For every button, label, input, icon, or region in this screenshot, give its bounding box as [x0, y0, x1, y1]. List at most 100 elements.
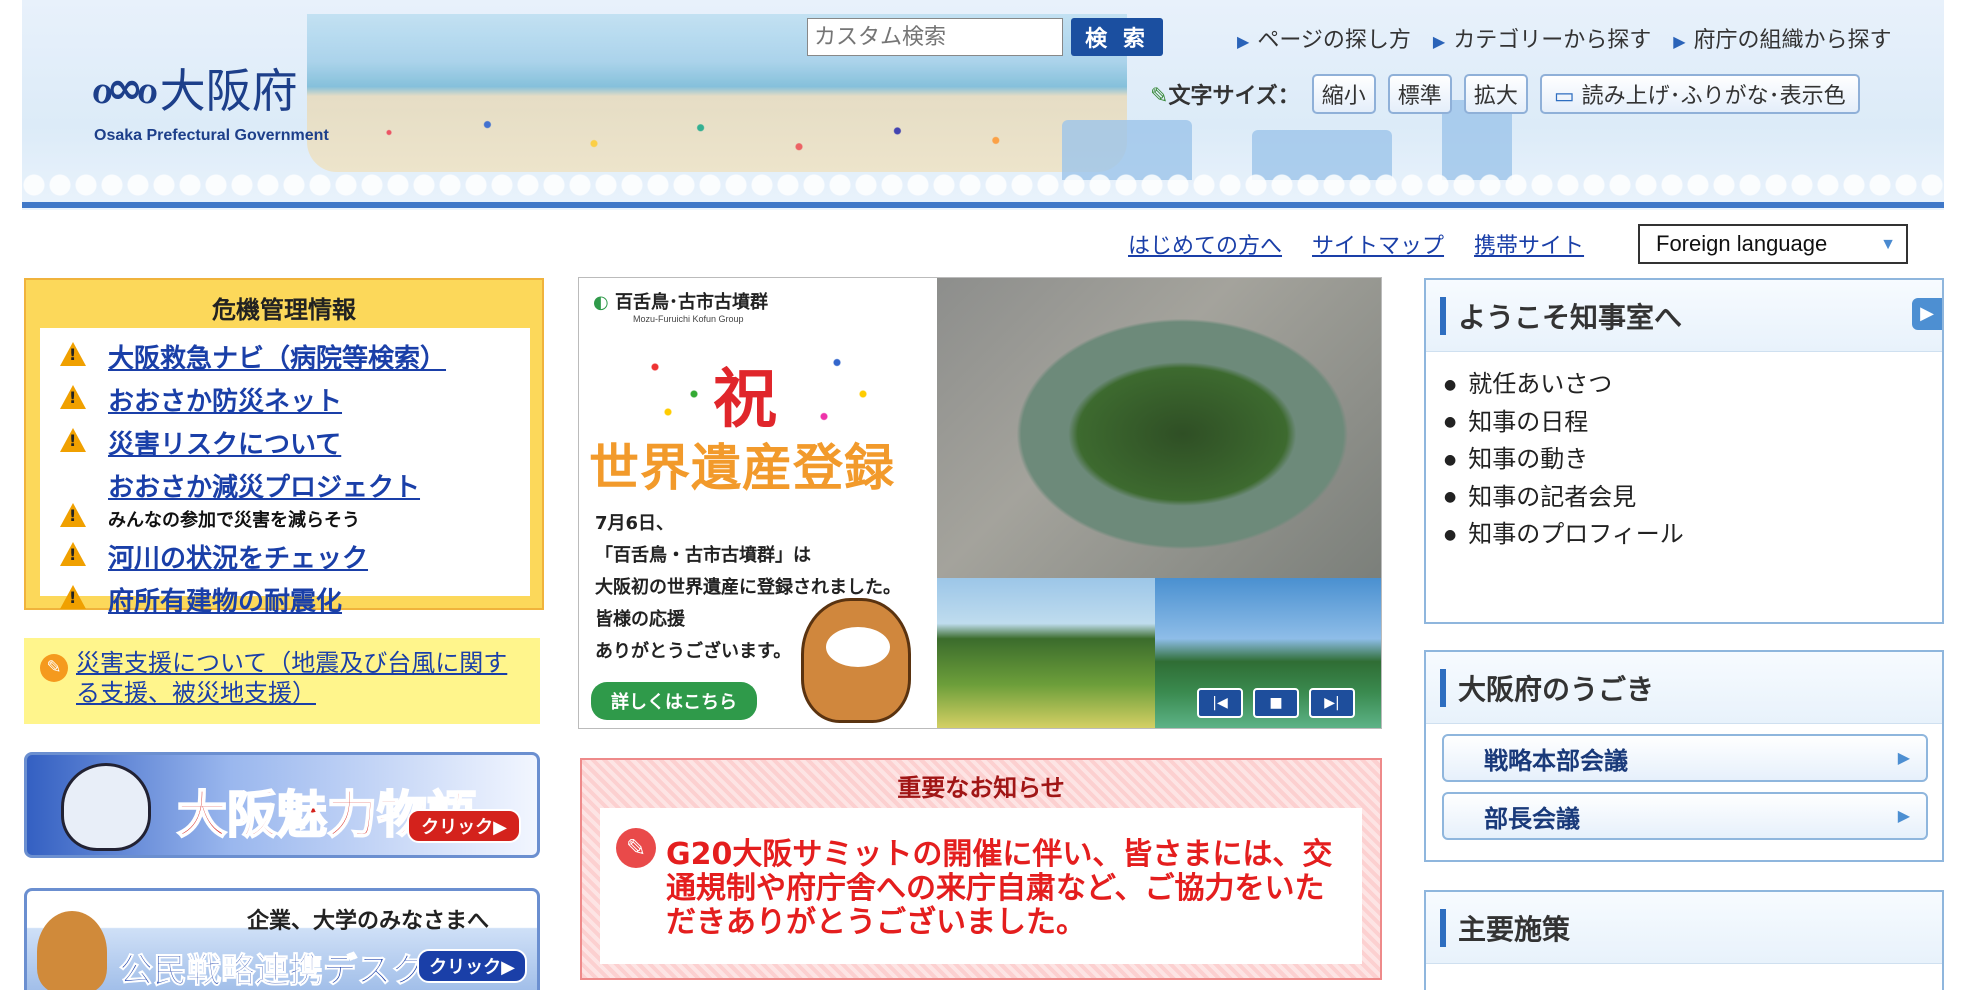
banner-click-badge: クリック▶: [407, 809, 521, 843]
link-sitemap[interactable]: サイトマップ: [1312, 228, 1444, 260]
strategy-hq-meeting-button[interactable]: 戦略本部会議 ▶: [1442, 734, 1928, 782]
heading-bar: [1440, 296, 1446, 335]
kofun-aerial-photo: [937, 278, 1381, 578]
carousel-brand-sub: Mozu-Furuichi Kofun Group: [633, 314, 744, 324]
osaka-movements-box: 大阪府のうごき 戦略本部会議 ▶ 部長会議 ▶: [1424, 650, 1944, 862]
header-tree-decoration: [22, 165, 1944, 205]
warning-icon: [60, 503, 86, 527]
link-first-visit[interactable]: はじめての方へ: [1128, 228, 1282, 260]
crisis-link-disaster-net[interactable]: おおさか防災ネット: [108, 381, 342, 418]
governor-office-box: ようこそ知事室へ ▶ 就任あいさつ 知事の日程 知事の動き 知事の記者会見 知事…: [1424, 278, 1944, 624]
crisis-item: 河川の状況をチェック: [60, 538, 530, 575]
font-size-normal-button[interactable]: 標準: [1387, 74, 1452, 114]
crisis-item: 府所有建物の耐震化: [60, 581, 530, 618]
arrow-right-icon[interactable]: ▶: [1912, 298, 1942, 330]
carousel-details-button[interactable]: 詳しくはこちら: [591, 682, 757, 720]
crisis-subtext: みんなの参加で災害を減らそう: [108, 510, 360, 531]
top-link-organization[interactable]: ▶ 府庁の組織から探す: [1673, 22, 1891, 54]
crisis-link-river-check[interactable]: 河川の状況をチェック: [108, 538, 368, 575]
page: ℴ∞ℴ 大阪府 Osaka Prefectural Government 検 索…: [0, 0, 1967, 990]
governor-link-profile[interactable]: 知事のプロフィール: [1444, 516, 1942, 554]
crisis-item: おおさか減災プロジェクトみんなの参加で災害を減らそう: [60, 467, 530, 532]
font-size-label: ✎文字サイズ：: [1150, 84, 1300, 109]
crisis-list: 大阪救急ナビ（病院等検索） おおさか防災ネット 災害リスクについて おおさか減災…: [40, 328, 530, 617]
public-private-desk-banner[interactable]: 企業、大学のみなさまへ 公民戦略連携デスク クリック▶: [24, 888, 540, 990]
disaster-support-box: ✎ 災害支援について（地震及び台風に関する支援、被災地支援）: [24, 638, 540, 724]
warning-icon: [60, 428, 86, 452]
director-meeting-button[interactable]: 部長会議 ▶: [1442, 792, 1928, 840]
carousel-controls: |◀ ■ ▶|: [1197, 688, 1355, 718]
banner-caption: 企業、大学のみなさまへ: [247, 909, 490, 934]
important-notice: 重要なお知らせ ✎ G20大阪サミットの開催に伴い、皆さまには、交通規制や府庁舎…: [580, 758, 1382, 980]
notice-text: G20大阪サミットの開催に伴い、皆さまには、交通規制や府庁舎への来庁自粛など、ご…: [666, 837, 1333, 940]
site-logo[interactable]: ℴ∞ℴ 大阪府: [92, 55, 298, 121]
featured-carousel[interactable]: ◐ 百舌鳥･古市古墳群 Mozu-Furuichi Kofun Group 祝 …: [578, 277, 1382, 729]
governor-office-header[interactable]: ようこそ知事室へ ▶: [1426, 280, 1942, 352]
carousel-prev-button[interactable]: |◀: [1197, 688, 1243, 718]
sub-nav: はじめての方へ サイトマップ 携帯サイト: [1128, 228, 1584, 260]
disaster-support-link[interactable]: 災害支援について（地震及び台風に関する支援、被災地支援）: [76, 648, 528, 724]
crisis-title: 危機管理情報: [212, 296, 356, 324]
osaka-emblem-icon: ℴ∞ℴ: [92, 62, 158, 114]
font-size-large-button[interactable]: 拡大: [1463, 74, 1528, 114]
search-input[interactable]: [807, 18, 1063, 56]
banner-title: 公民戦略連携デスク: [119, 951, 426, 990]
governor-link-schedule[interactable]: 知事の日程: [1444, 404, 1942, 442]
warning-icon: [60, 385, 86, 409]
top-link-category[interactable]: ▶ カテゴリーから探す: [1433, 22, 1651, 54]
pencil-icon: ✎: [40, 654, 68, 682]
kofun-logo-icon: ◐: [593, 292, 609, 313]
crisis-item: 災害リスクについて: [60, 424, 530, 461]
movements-buttons: 戦略本部会議 ▶ 部長会議 ▶: [1426, 724, 1942, 840]
font-size-small-button[interactable]: 縮小: [1311, 74, 1376, 114]
carousel-next-button[interactable]: ▶|: [1309, 688, 1355, 718]
triangle-right-icon: ▶: [1673, 32, 1686, 51]
banner-character-image: [61, 763, 151, 851]
banner-mascot-image: [37, 911, 107, 990]
heading-bar: [1440, 668, 1446, 707]
heading-bar: [1440, 908, 1446, 947]
crisis-item: おおさか防災ネット: [60, 381, 530, 418]
warning-icon: [60, 585, 86, 609]
warning-icon: [60, 542, 86, 566]
governor-link-press[interactable]: 知事の記者会見: [1444, 479, 1942, 517]
triangle-right-icon: ▶: [1432, 32, 1446, 51]
font-size-controls: ✎文字サイズ： 縮小 標準 拡大 ▭ 読み上げ･ふりがな･表示色: [1150, 74, 1860, 114]
key-policies-header: 主要施策: [1426, 892, 1942, 964]
key-policies-box: 主要施策: [1424, 890, 1944, 990]
crisis-link-emergency-navi[interactable]: 大阪救急ナビ（病院等検索）: [108, 338, 446, 375]
crisis-info-panel: 危機管理情報 大阪救急ナビ（病院等検索） おおさか防災ネット 災害リスクについて…: [24, 278, 544, 617]
carousel-stop-button[interactable]: ■: [1253, 688, 1299, 718]
notice-body: ✎ G20大阪サミットの開催に伴い、皆さまには、交通規制や府庁舎への来庁自粛など…: [600, 808, 1362, 964]
read-aloud-button[interactable]: ▭ 読み上げ･ふりがな･表示色: [1539, 74, 1860, 114]
top-nav: ▶ ページの探し方 ▶ カテゴリーから探す ▶ 府庁の組織から探す: [1237, 22, 1892, 54]
foreign-language-select[interactable]: Foreign language ▼: [1638, 224, 1908, 264]
search-button[interactable]: 検 索: [1071, 18, 1163, 56]
governor-link-greeting[interactable]: 就任あいさつ: [1444, 366, 1942, 404]
movements-header: 大阪府のうごき: [1426, 652, 1942, 724]
carousel-slide-text: ◐ 百舌鳥･古市古墳群 Mozu-Furuichi Kofun Group 祝 …: [579, 278, 937, 728]
carousel-mascot-image: [801, 598, 911, 723]
pencil-icon: ✎: [616, 828, 656, 868]
chevron-down-icon: ▼: [1880, 236, 1896, 253]
notice-title: 重要なお知らせ: [897, 774, 1065, 802]
osaka-charm-story-banner[interactable]: 大阪魅力物語 クリック▶: [24, 752, 540, 858]
kofun-photo-1: [937, 578, 1155, 728]
crisis-item: 大阪救急ナビ（病院等検索）: [60, 338, 530, 375]
pencil-icon: ✎: [1150, 84, 1169, 109]
governor-links: 就任あいさつ 知事の日程 知事の動き 知事の記者会見 知事のプロフィール: [1426, 352, 1942, 554]
crisis-link-disaster-risk[interactable]: 災害リスクについて: [108, 424, 341, 461]
link-mobile-site[interactable]: 携帯サイト: [1474, 228, 1584, 260]
triangle-right-icon: ▶: [1897, 806, 1910, 825]
monitor-icon: ▭: [1553, 84, 1575, 109]
site-search: 検 索: [807, 18, 1163, 56]
top-link-page-guide[interactable]: ▶ ページの探し方: [1237, 22, 1411, 54]
header-divider: [22, 202, 1944, 208]
crisis-link-seismic[interactable]: 府所有建物の耐震化: [108, 581, 342, 618]
logo-title: 大阪府: [159, 64, 298, 118]
warning-icon: [60, 342, 86, 366]
triangle-right-icon: ▶: [1897, 748, 1910, 767]
crisis-link-gensai-project[interactable]: おおさか減災プロジェクト: [108, 473, 420, 503]
carousel-celebrate: 祝: [713, 362, 777, 437]
governor-link-activities[interactable]: 知事の動き: [1444, 441, 1942, 479]
